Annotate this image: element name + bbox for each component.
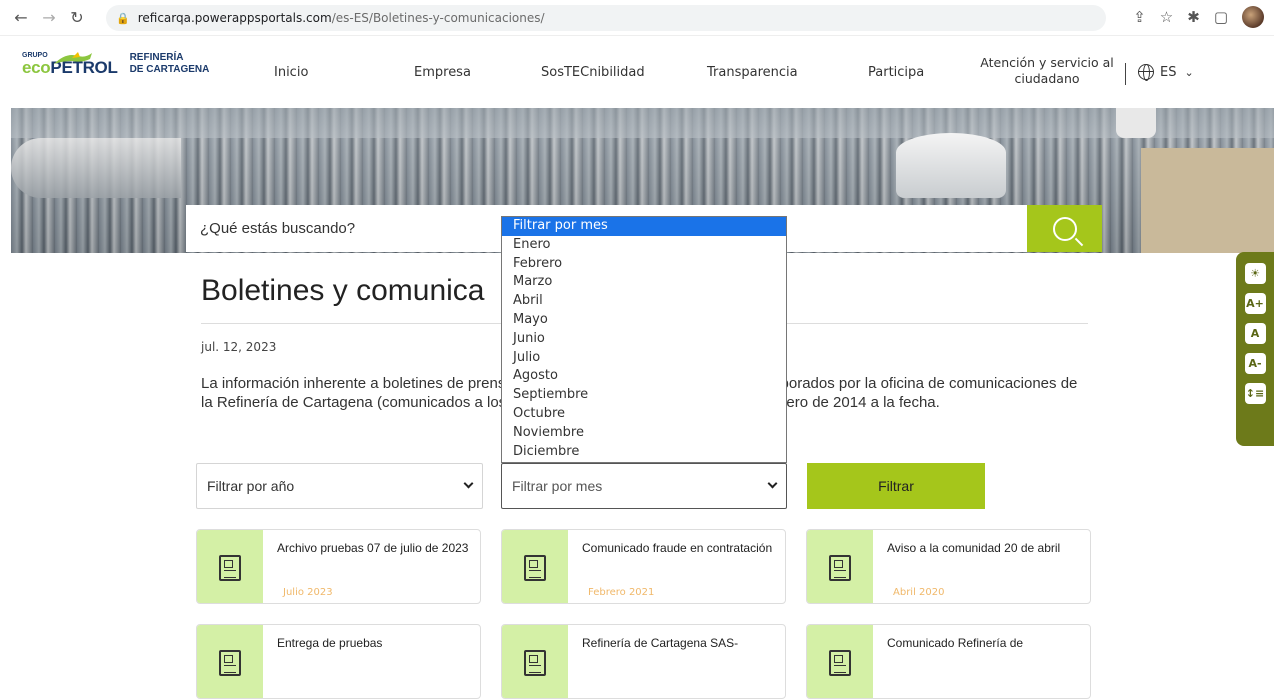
site-header: GRUPO ecoPETROL REFINERÍA DE CARTAGENA I… (0, 36, 1274, 108)
month-dropdown-list[interactable]: Filtrar por mes Enero Febrero Marzo Abri… (501, 216, 787, 463)
lock-icon: 🔒 (116, 11, 130, 25)
forward-arrow-icon[interactable]: → (38, 7, 60, 29)
chevron-down-icon: ⌄ (1184, 65, 1194, 79)
extensions-icon[interactable]: ✱ (1187, 8, 1200, 26)
month-option[interactable]: Abril (502, 292, 786, 311)
address-bar[interactable]: 🔒 reficarqa.powerappsportals.com /es-ES/… (106, 5, 1106, 31)
month-filter-value: Filtrar por mes (512, 478, 603, 494)
month-option[interactable]: Junio (502, 330, 786, 349)
news-card[interactable]: Archivo pruebas 07 de julio de 2023 Juli… (196, 529, 481, 604)
news-card[interactable]: Aviso a la comunidad 20 de abril Abril 2… (806, 529, 1091, 604)
news-card[interactable]: Comunicado Refinería de (806, 624, 1091, 699)
share-icon[interactable]: ⇪ (1133, 8, 1146, 26)
card-title[interactable]: Aviso a la comunidad 20 de abril (887, 541, 1082, 556)
refineria-wordmark: REFINERÍA DE CARTAGENA (130, 52, 210, 76)
url-path: /es-ES/Boletines-y-comunicaciones/ (331, 11, 545, 25)
month-option[interactable]: Septiembre (502, 386, 786, 405)
decrease-font-button[interactable]: A- (1244, 353, 1266, 374)
card-date: Abril 2020 (893, 587, 945, 598)
nav-atencion-ciudadano[interactable]: Atención y servicio al ciudadano (977, 55, 1117, 87)
url-host: reficarqa.powerappsportals.com (137, 11, 332, 25)
language-code: ES (1160, 64, 1177, 80)
hero-pipes (11, 138, 181, 198)
hero-ground (1141, 148, 1274, 253)
nav-inicio[interactable]: Inicio (274, 65, 308, 80)
nav-divider (1125, 63, 1126, 85)
card-title[interactable]: Comunicado fraude en contratación (582, 541, 777, 556)
hero-tank (896, 133, 1006, 198)
card-thumb (807, 530, 873, 603)
card-title[interactable]: Refinería de Cartagena SAS- (582, 636, 777, 651)
nav-sostecnibilidad[interactable]: SosTECnibilidad (541, 65, 645, 80)
page-title: Boletines y comunica (201, 274, 485, 307)
nav-empresa[interactable]: Empresa (414, 65, 471, 80)
month-option[interactable]: Noviembre (502, 424, 786, 443)
card-thumb (502, 530, 568, 603)
publish-date: jul. 12, 2023 (201, 340, 277, 354)
month-option[interactable]: Julio (502, 349, 786, 368)
profile-avatar[interactable] (1242, 6, 1264, 28)
news-card[interactable]: Entrega de pruebas (196, 624, 481, 699)
month-option[interactable]: Febrero (502, 255, 786, 274)
newspaper-icon (829, 649, 851, 676)
newspaper-icon (524, 649, 546, 676)
card-thumb (197, 625, 263, 698)
month-option[interactable]: Marzo (502, 273, 786, 292)
card-title[interactable]: Entrega de pruebas (277, 636, 472, 651)
iguana-logo-icon (54, 52, 92, 64)
browser-toolbar: ← → ↻ 🔒 reficarqa.powerappsportals.com /… (0, 0, 1274, 36)
contrast-toggle-icon[interactable]: ☀ (1244, 263, 1266, 284)
reload-icon[interactable]: ↻ (66, 7, 88, 29)
filter-button[interactable]: Filtrar (807, 463, 985, 509)
card-date: Julio 2023 (283, 587, 333, 598)
card-thumb (807, 625, 873, 698)
refineria-line2: DE CARTAGENA (129, 64, 210, 75)
sidepanel-icon[interactable]: ▢ (1214, 8, 1228, 26)
month-option[interactable]: Diciembre (502, 443, 786, 462)
card-thumb (502, 625, 568, 698)
globe-icon (1138, 64, 1154, 81)
language-selector[interactable]: ES ⌄ (1138, 64, 1194, 81)
card-title[interactable]: Comunicado Refinería de (887, 636, 1082, 651)
reset-font-button[interactable]: A (1244, 323, 1266, 344)
card-thumb (197, 530, 263, 603)
chevron-down-icon (463, 478, 474, 489)
month-option[interactable]: Mayo (502, 311, 786, 330)
logo-eco: eco (22, 58, 51, 77)
month-option[interactable]: Octubre (502, 405, 786, 424)
back-arrow-icon[interactable]: ← (10, 7, 32, 29)
browser-actions: ⇪ ☆ ✱ ▢ (1133, 6, 1264, 28)
refineria-line1: REFINERÍA (129, 52, 184, 63)
newspaper-icon (219, 649, 241, 676)
search-icon (1052, 216, 1077, 241)
increase-font-button[interactable]: A+ (1244, 293, 1266, 314)
nav-transparencia[interactable]: Transparencia (707, 65, 798, 80)
chevron-down-icon (767, 478, 778, 489)
newspaper-icon (829, 554, 851, 581)
newspaper-icon (524, 554, 546, 581)
month-filter-select[interactable]: Filtrar por mes (501, 463, 787, 509)
nav-participa[interactable]: Participa (868, 65, 924, 80)
card-date: Febrero 2021 (588, 587, 655, 598)
newspaper-icon (219, 554, 241, 581)
month-option[interactable]: Agosto (502, 367, 786, 386)
hero-sky (11, 108, 1274, 138)
card-title[interactable]: Archivo pruebas 07 de julio de 2023 (277, 541, 472, 556)
accessibility-toolbar: ☀ A+ A A- ↕≡ (1236, 252, 1274, 446)
search-button[interactable] (1027, 205, 1102, 252)
line-spacing-button[interactable]: ↕≡ (1244, 383, 1266, 404)
year-filter-select[interactable]: Filtrar por año (196, 463, 483, 509)
month-option[interactable]: Enero (502, 236, 786, 255)
bookmark-star-icon[interactable]: ☆ (1160, 8, 1173, 26)
year-filter-value: Filtrar por año (207, 478, 295, 494)
month-option[interactable]: Filtrar por mes (502, 217, 786, 236)
news-card[interactable]: Comunicado fraude en contratación Febrer… (501, 529, 786, 604)
ecopetrol-logo[interactable]: GRUPO ecoPETROL REFINERÍA DE CARTAGENA (22, 52, 209, 76)
news-card[interactable]: Refinería de Cartagena SAS- (501, 624, 786, 699)
hero-tank-small (1116, 108, 1156, 138)
